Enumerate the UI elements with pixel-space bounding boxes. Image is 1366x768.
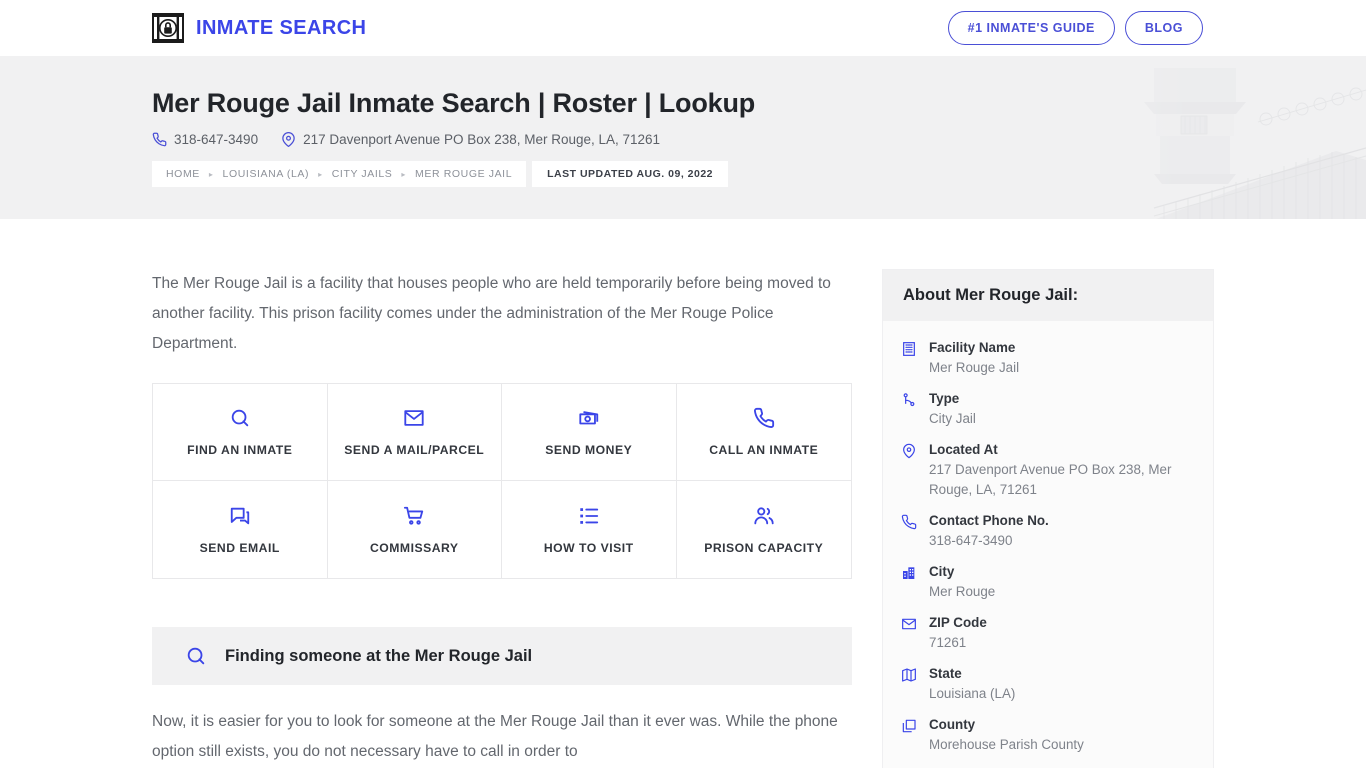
facility-detail-zip-code: ZIP Code 71261 [901,608,1193,659]
detail-value: Louisiana (LA) [929,686,1016,701]
brand-name: INMATE SEARCH [196,16,367,39]
facility-detail-state: State Louisiana (LA) [901,659,1193,710]
envelope-icon [901,614,918,632]
detail-value: Mer Rouge Jail [929,360,1020,375]
hero-phone-text: 318-647-3490 [174,132,259,148]
chevron-right-icon: ▸ [208,169,214,179]
detail-label: State [929,666,962,681]
detail-value: Morehouse Parish County [929,737,1084,752]
detail-value: 318-647-3490 [929,533,1013,548]
detail-value: 71261 [929,635,967,650]
users-icon [753,505,775,527]
facility-detail-type: Type City Jail [901,384,1193,435]
facility-detail-county: County Morehouse Parish County [901,710,1193,761]
breadcrumb-row: HOME ▸ LOUISIANA (LA) ▸ CITY JAILS ▸ MER… [152,161,1214,188]
city-buildings-icon [901,563,918,581]
breadcrumb: HOME ▸ LOUISIANA (LA) ▸ CITY JAILS ▸ MER… [152,161,527,188]
facility-detail-contact-phone: Contact Phone No. 318-647-3490 [901,506,1193,557]
detail-value: City Jail [929,411,976,426]
action-label: FIND AN INMATE [187,443,293,457]
section-heading: Finding someone at the Mer Rouge Jail [225,646,533,665]
action-label: HOW TO VISIT [543,540,634,555]
top-navigation-bar: INMATE SEARCH #1 INMATE'S GUIDE BLOG [0,0,1366,56]
envelope-icon [403,407,425,429]
facility-detail-city: City Mer Rouge [901,557,1193,608]
breadcrumb-item-mer-rouge-jail[interactable]: MER ROUGE JAIL [415,168,512,180]
sidebar-column: About Mer Rouge Jail: Facility Name Mer … [882,219,1214,768]
banknote-icon [578,407,600,429]
action-label: SEND A MAIL/PARCEL [344,443,485,457]
about-facility-title: About Mer Rouge Jail: [883,270,1213,321]
search-icon [185,645,207,667]
chevron-right-icon: ▸ [401,169,407,179]
action-find-an-inmate[interactable]: FIND AN INMATE [153,384,328,481]
action-label: SEND EMAIL [199,540,280,555]
hero-address: 217 Davenport Avenue PO Box 238, Mer Rou… [281,132,661,148]
action-label: SEND MONEY [545,443,633,457]
main-column: The Mer Rouge Jail is a facility that ho… [152,219,852,767]
detail-label: Type [929,391,960,406]
action-send-money[interactable]: SEND MONEY [502,384,677,481]
action-send-a-mail-parcel[interactable]: SEND A MAIL/PARCEL [327,384,502,481]
action-send-email[interactable]: SEND EMAIL [153,481,328,578]
breadcrumb-item-louisiana[interactable]: LOUISIANA (LA) [223,168,310,180]
page-content: The Mer Rouge Jail is a facility that ho… [0,219,1366,768]
detail-label: County [929,717,976,732]
about-facility-list: Facility Name Mer Rouge Jail Type City J… [883,321,1213,768]
action-commissary[interactable]: COMMISSARY [327,481,502,578]
chevron-right-icon: ▸ [318,169,323,179]
facility-intro-paragraph: The Mer Rouge Jail is a facility that ho… [152,275,831,352]
branch-icon [901,390,918,408]
action-label: COMMISSARY [369,540,459,555]
breadcrumb-item-city-jails[interactable]: CITY JAILS [332,168,393,180]
nav-inmates-guide-button[interactable]: #1 INMATE'S GUIDE [947,11,1115,45]
nav-blog-button[interactable]: BLOG [1124,11,1203,45]
location-pin-icon [901,441,918,459]
chat-bubble-icon [229,505,251,527]
detail-label: Contact Phone No. [929,513,1049,528]
breadcrumb-item-home[interactable]: HOME [166,168,200,180]
brand-logo[interactable]: INMATE SEARCH [152,13,366,43]
map-icon [901,665,918,683]
hero-section: Mer Rouge Jail Inmate Search | Roster | … [0,56,1366,219]
list-icon [578,505,600,527]
action-label: CALL AN INMATE [709,443,819,457]
section-body-paragraph: Now, it is easier for you to look for so… [152,713,838,760]
hero-contact-info: 318-647-3490 217 Davenport Avenue PO Box… [152,132,1214,148]
detail-label: ZIP Code [929,615,987,630]
detail-label: City [929,564,955,579]
section-heading-bar: Finding someone at the Mer Rouge Jail [152,627,852,685]
action-how-to-visit[interactable]: HOW TO VISIT [502,481,677,578]
hero-phone[interactable]: 318-647-3490 [152,132,258,147]
jail-bars-padlock-icon [152,13,184,43]
hero-address-text: 217 Davenport Avenue PO Box 238, Mer Rou… [303,132,661,148]
phone-icon [753,407,775,429]
about-facility-card: About Mer Rouge Jail: Facility Name Mer … [882,269,1214,768]
detail-label: Located At [929,442,998,457]
action-prison-capacity[interactable]: PRISON CAPACITY [676,481,851,578]
facility-detail-facility-name: Facility Name Mer Rouge Jail [901,333,1193,384]
search-icon [229,407,251,429]
action-label: PRISON CAPACITY [704,540,824,555]
phone-icon [152,132,167,147]
layers-icon [901,716,918,734]
header-actions: #1 INMATE'S GUIDE BLOG [947,11,1203,45]
detail-label: Facility Name [929,340,1016,355]
page-title: Mer Rouge Jail Inmate Search | Roster | … [152,88,756,118]
facility-detail-located-at: Located At 217 Davenport Avenue PO Box 2… [901,435,1193,506]
building-icon [901,339,918,357]
location-pin-icon [281,132,296,148]
shopping-cart-icon [403,505,425,527]
phone-icon [901,512,918,530]
last-updated-badge: LAST UPDATED AUG. 09, 2022 [532,161,729,188]
detail-value: Mer Rouge [929,584,996,599]
detail-value: 217 Davenport Avenue PO Box 238, Mer Rou… [929,462,1172,497]
quick-actions-grid: FIND AN INMATE SEND A MAIL/PARCEL SEND M… [152,383,852,579]
action-call-an-inmate[interactable]: CALL AN INMATE [676,384,851,481]
